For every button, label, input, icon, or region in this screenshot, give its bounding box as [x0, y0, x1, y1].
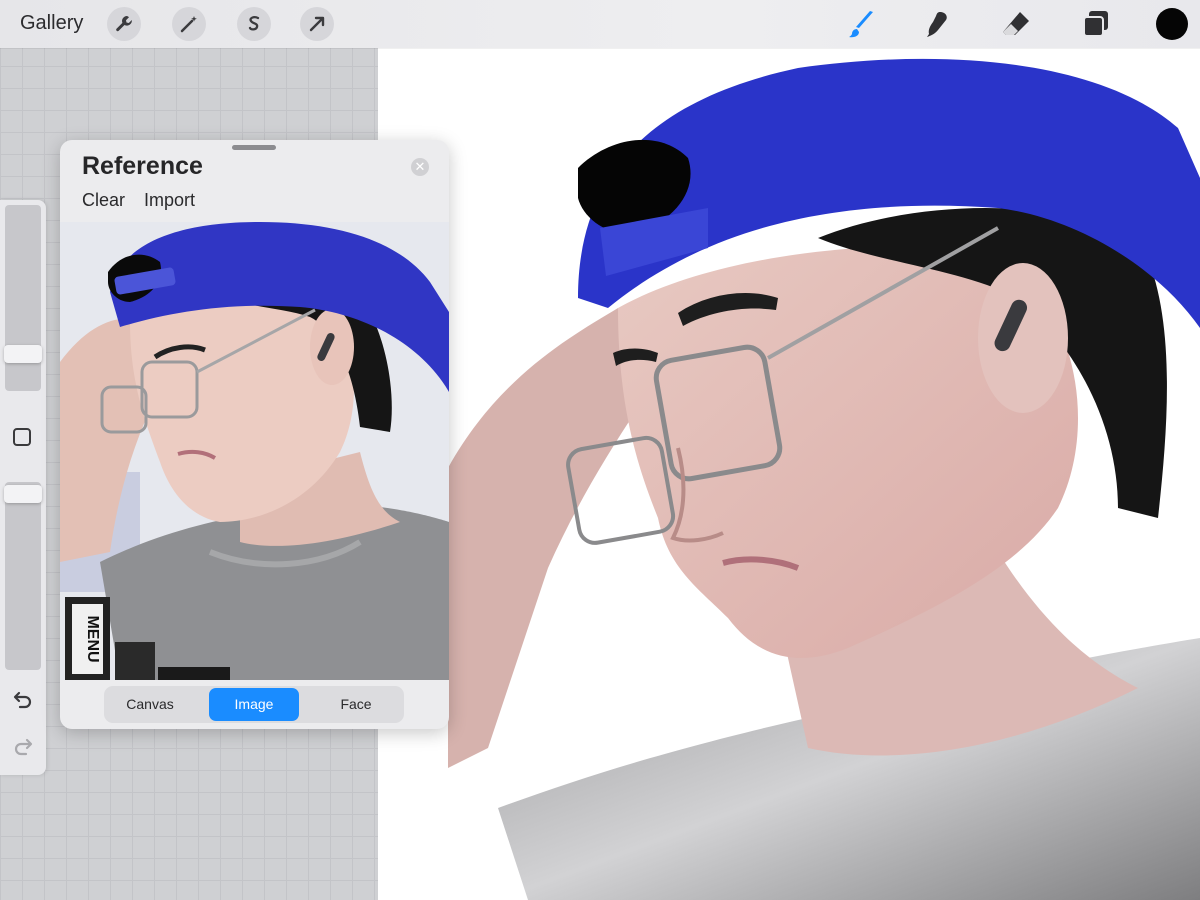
selection-icon[interactable]: [237, 7, 271, 41]
segment-face[interactable]: Face: [311, 688, 401, 721]
smudge-icon[interactable]: [922, 8, 954, 40]
canvas-artwork[interactable]: [378, 48, 1200, 900]
magic-wand-icon[interactable]: [172, 7, 206, 41]
modify-square-icon[interactable]: [13, 428, 31, 446]
top-toolbar: Gallery: [0, 0, 1200, 48]
opacity-slider[interactable]: [4, 482, 42, 670]
color-swatch-button[interactable]: [1156, 8, 1188, 40]
eraser-icon[interactable]: [1000, 8, 1032, 40]
clear-button[interactable]: Clear: [82, 190, 125, 211]
brush-size-slider[interactable]: [4, 205, 42, 391]
close-icon[interactable]: ✕: [411, 158, 429, 176]
layers-icon[interactable]: [1080, 8, 1112, 40]
panel-title: Reference: [82, 152, 203, 180]
opacity-slider-thumb[interactable]: [4, 485, 42, 503]
brush-size-slider-thumb[interactable]: [4, 345, 42, 363]
reference-photo: MENU: [60, 222, 449, 680]
redo-icon[interactable]: [11, 735, 35, 759]
reference-mode-segmented-control: Canvas Image Face: [104, 686, 404, 723]
reference-panel: Reference ✕ Clear Import MENU Canvas Ima…: [60, 140, 449, 729]
undo-icon[interactable]: [11, 688, 35, 712]
import-button[interactable]: Import: [144, 190, 195, 211]
transform-arrow-icon[interactable]: [300, 7, 334, 41]
panel-grabber-handle[interactable]: [232, 145, 276, 150]
wrench-icon[interactable]: [107, 7, 141, 41]
brush-icon[interactable]: [846, 8, 878, 40]
gallery-button[interactable]: Gallery: [20, 12, 83, 35]
left-sidebar: [0, 200, 46, 775]
photo-sign-text: MENU: [84, 615, 101, 662]
segment-image[interactable]: Image: [209, 688, 299, 721]
segment-canvas[interactable]: Canvas: [105, 688, 195, 721]
